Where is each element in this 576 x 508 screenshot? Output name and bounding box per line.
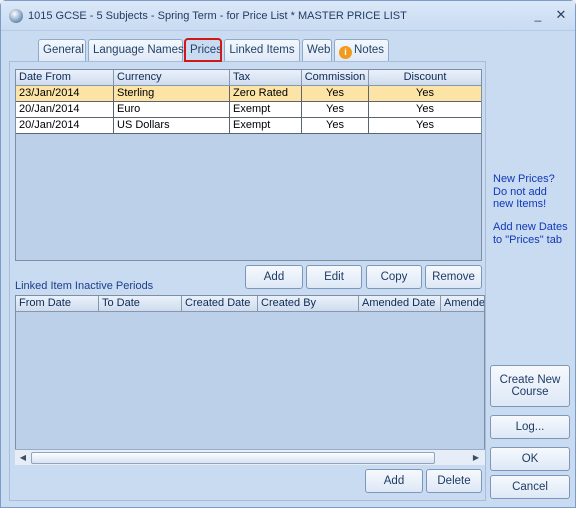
col-created-date[interactable]: Created Date [182, 296, 258, 312]
tab-notes-label: Notes [354, 44, 385, 56]
add-inactive-button[interactable]: Add [365, 469, 423, 493]
inactive-periods-title: Linked Item Inactive Periods [15, 280, 154, 292]
minimize-button[interactable]: _ [529, 7, 547, 23]
cell: Yes [302, 118, 369, 134]
cell: 23/Jan/2014 [16, 86, 114, 102]
col-to-date[interactable]: To Date [99, 296, 182, 312]
col-from-date[interactable]: From Date [16, 296, 99, 312]
tab-web[interactable]: Web [302, 39, 332, 61]
cell: Euro [114, 102, 230, 118]
cell: Yes [369, 86, 481, 102]
cell: Exempt [230, 102, 302, 118]
col-tax[interactable]: Tax [230, 70, 302, 86]
cell: Yes [369, 118, 481, 134]
cell: Sterling [114, 86, 230, 102]
col-currency[interactable]: Currency [114, 70, 230, 86]
window-title: 1015 GCSE - 5 Subjects - Spring Term - f… [28, 10, 407, 22]
cell: Yes [302, 102, 369, 118]
hint-line: Do not add [493, 185, 547, 198]
cell: Yes [369, 102, 481, 118]
app-globe-icon [9, 9, 23, 23]
cell: Yes [302, 86, 369, 102]
add-price-button[interactable]: Add [245, 265, 303, 289]
hint-line: to "Prices" tab [493, 233, 562, 246]
hint-line: Add new Dates [493, 221, 568, 233]
title-bar[interactable]: 1015 GCSE - 5 Subjects - Spring Term - f… [1, 1, 575, 31]
cell: Exempt [230, 118, 302, 134]
prices-header-row: Date From Currency Tax Commission Discou… [16, 70, 481, 86]
info-icon: i [339, 46, 352, 59]
remove-price-button[interactable]: Remove [425, 265, 482, 289]
log-button[interactable]: Log... [490, 415, 570, 439]
col-amended-date[interactable]: Amended Date [359, 296, 441, 312]
copy-price-button[interactable]: Copy [366, 265, 422, 289]
delete-inactive-button[interactable]: Delete [426, 469, 482, 493]
col-date-from[interactable]: Date From [16, 70, 114, 86]
cell: 20/Jan/2014 [16, 118, 114, 134]
table-row[interactable]: 20/Jan/2014 Euro Exempt Yes Yes [16, 102, 481, 118]
add-dates-hint: Add new Dates to "Prices" tab [493, 221, 568, 246]
scroll-thumb[interactable] [31, 452, 435, 464]
ok-button[interactable]: OK [490, 447, 570, 471]
col-discount[interactable]: Discount [369, 70, 481, 86]
tab-language-names[interactable]: Language Names [88, 39, 184, 61]
hint-line: New Prices? [493, 173, 555, 185]
cell: 20/Jan/2014 [16, 102, 114, 118]
table-row[interactable]: 23/Jan/2014 Sterling Zero Rated Yes Yes [16, 86, 481, 102]
dialog-window: 1015 GCSE - 5 Subjects - Spring Term - f… [0, 0, 576, 508]
prices-grid[interactable]: Date From Currency Tax Commission Discou… [15, 69, 482, 261]
new-prices-hint: New Prices? Do not add new Items! [493, 173, 555, 211]
close-button[interactable]: ✕ [552, 7, 570, 23]
col-amended-by[interactable]: Amende [441, 296, 484, 312]
create-new-course-button[interactable]: Create New Course [490, 365, 570, 407]
create-new-course-label-2: Course [511, 386, 549, 398]
edit-price-button[interactable]: Edit [306, 265, 362, 289]
table-row[interactable]: 20/Jan/2014 US Dollars Exempt Yes Yes [16, 118, 481, 134]
col-created-by[interactable]: Created By [258, 296, 359, 312]
tab-general[interactable]: General [38, 39, 86, 61]
tab-notes[interactable]: i Notes [334, 39, 389, 61]
col-commission[interactable]: Commission [302, 70, 369, 86]
cell: US Dollars [114, 118, 230, 134]
create-new-course-label-1: Create New [499, 374, 561, 386]
hint-line: new Items! [493, 198, 547, 210]
tab-linked-items[interactable]: Linked Items [224, 39, 300, 61]
inactive-periods-grid[interactable]: From Date To Date Created Date Created B… [15, 295, 485, 465]
horizontal-scrollbar[interactable]: ◀ ▶ [15, 449, 485, 465]
scroll-right-icon[interactable]: ▶ [470, 452, 482, 464]
scroll-left-icon[interactable]: ◀ [17, 452, 29, 464]
inactive-header-row: From Date To Date Created Date Created B… [16, 296, 484, 312]
cancel-button[interactable]: Cancel [490, 475, 570, 499]
cell: Zero Rated [230, 86, 302, 102]
tab-prices[interactable]: Prices [184, 38, 222, 62]
